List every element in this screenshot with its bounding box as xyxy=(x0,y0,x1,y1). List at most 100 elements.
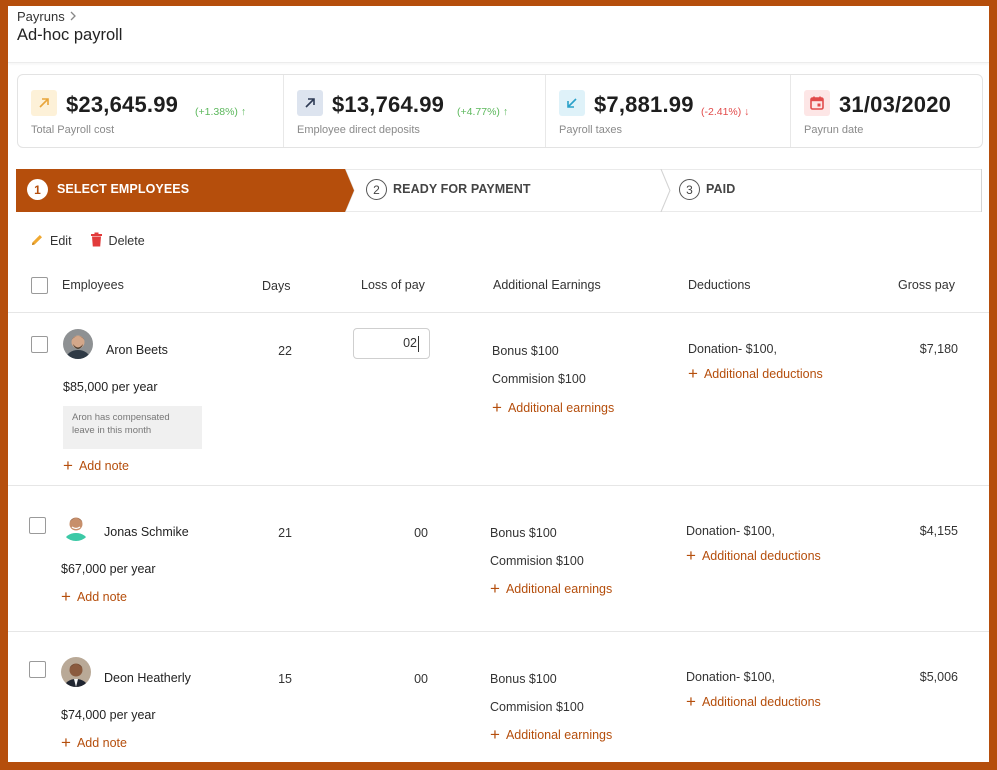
plus-icon: + xyxy=(490,725,500,744)
earning-item: Bonus $100 xyxy=(492,344,559,358)
add-note-button[interactable]: + Add note xyxy=(61,587,127,606)
employee-salary: $67,000 per year xyxy=(61,562,156,576)
earning-item: Bonus $100 xyxy=(490,526,557,540)
stat-value: $13,764.99 xyxy=(332,92,445,117)
plus-icon: + xyxy=(490,579,500,598)
additional-deductions-button[interactable]: + Additional deductions xyxy=(686,546,821,565)
arrow-down-left-icon xyxy=(559,90,585,116)
column-additional-earnings: Additional Earnings xyxy=(493,278,601,292)
additional-earnings-label: Additional earnings xyxy=(507,401,615,415)
stat-delta: (+1.38%) ↑ xyxy=(195,106,247,118)
pencil-icon xyxy=(30,233,44,250)
add-note-button[interactable]: + Add note xyxy=(63,456,129,475)
step-number: 1 xyxy=(27,179,48,200)
breadcrumb: Payruns xyxy=(17,9,77,24)
plus-icon: + xyxy=(688,364,698,383)
earning-item: Commision $100 xyxy=(492,372,586,386)
stat-payrun-date: 31/03/2020 Payrun date xyxy=(791,75,982,147)
step-label: SELECT EMPLOYEES xyxy=(57,182,190,196)
breadcrumb-payruns[interactable]: Payruns xyxy=(17,9,65,24)
additional-deductions-button[interactable]: + Additional deductions xyxy=(688,364,823,383)
column-days: Days xyxy=(262,279,291,293)
earning-item: Bonus $100 xyxy=(490,672,557,686)
edit-label: Edit xyxy=(50,234,72,248)
table-header: Employees Days Loss of pay Additional Ea… xyxy=(8,270,989,313)
employee-salary: $85,000 per year xyxy=(63,380,158,394)
page-header: Payruns Ad-hoc payroll xyxy=(8,6,989,63)
plus-icon: + xyxy=(492,398,502,417)
edit-button[interactable]: Edit xyxy=(30,232,72,250)
avatar xyxy=(61,657,91,687)
plus-icon: + xyxy=(686,692,696,711)
avatar xyxy=(61,511,91,541)
loss-of-pay-value[interactable]: 00 xyxy=(388,526,428,540)
gross-pay-value: $7,180 xyxy=(919,342,958,356)
earning-item: Commision $100 xyxy=(490,700,584,714)
summary-stats: $23,645.99 (+1.38%) ↑ Total Payroll cost… xyxy=(17,74,983,148)
stat-payroll-taxes: $7,881.99 (-2.41%) ↓ Payroll taxes xyxy=(546,75,791,147)
chevron-right-icon xyxy=(69,10,77,24)
plus-icon: + xyxy=(63,456,73,475)
plus-icon: + xyxy=(61,733,71,752)
employee-name[interactable]: Deon Heatherly xyxy=(104,671,191,685)
stat-total-payroll-cost: $23,645.99 (+1.38%) ↑ Total Payroll cost xyxy=(18,75,284,147)
avatar xyxy=(63,329,93,359)
column-employees: Employees xyxy=(62,278,124,292)
stat-label: Total Payroll cost xyxy=(31,124,115,136)
calendar-icon xyxy=(804,90,830,116)
stat-value: $7,881.99 xyxy=(594,92,694,117)
plus-icon: + xyxy=(686,546,696,565)
row-checkbox[interactable] xyxy=(29,517,46,534)
stat-delta: (+4.77%) ↑ xyxy=(457,106,509,118)
stat-delta: (-2.41%) ↓ xyxy=(701,106,750,118)
days-value: 21 xyxy=(278,526,292,540)
step-label: PAID xyxy=(706,182,736,196)
days-value: 15 xyxy=(278,672,292,686)
add-note-label: Add note xyxy=(78,459,129,473)
row-checkbox[interactable] xyxy=(31,336,48,353)
add-note-label: Add note xyxy=(76,590,127,604)
table-row: Jonas Schmike $67,000 per year + Add not… xyxy=(8,487,989,632)
delete-label: Delete xyxy=(108,234,145,248)
stat-employee-direct-deposits: $13,764.99 (+4.77%) ↑ Employee direct de… xyxy=(284,75,546,147)
plus-icon: + xyxy=(61,587,71,606)
step-label: READY FOR PAYMENT xyxy=(393,182,531,196)
stat-label: Payrun date xyxy=(804,124,864,136)
column-deductions: Deductions xyxy=(688,278,751,292)
text-caret xyxy=(418,335,419,352)
select-all-checkbox[interactable] xyxy=(31,277,48,294)
employee-name[interactable]: Jonas Schmike xyxy=(104,525,189,539)
deduction-item: Donation- $100, xyxy=(686,670,775,684)
arrow-up-right-icon xyxy=(297,90,323,116)
additional-earnings-button[interactable]: + Additional earnings xyxy=(492,398,615,417)
add-note-button[interactable]: + Add note xyxy=(61,733,127,752)
additional-deductions-button[interactable]: + Additional deductions xyxy=(686,692,821,711)
additional-deductions-label: Additional deductions xyxy=(701,549,821,563)
bulk-actions: Edit Delete xyxy=(30,232,145,250)
additional-earnings-button[interactable]: + Additional earnings xyxy=(490,725,613,744)
employee-note: Aron has compensated leave in this month xyxy=(63,406,202,449)
row-checkbox[interactable] xyxy=(29,661,46,678)
table-row: Deon Heatherly $74,000 per year + Add no… xyxy=(8,633,989,762)
delete-button[interactable]: Delete xyxy=(90,232,145,250)
stat-value: $23,645.99 xyxy=(66,92,179,117)
step-number: 3 xyxy=(679,179,700,200)
arrow-up-right-icon xyxy=(31,90,57,116)
stat-value: 31/03/2020 xyxy=(839,92,952,117)
loss-of-pay-value[interactable]: 00 xyxy=(388,672,428,686)
additional-earnings-button[interactable]: + Additional earnings xyxy=(490,579,613,598)
employee-salary: $74,000 per year xyxy=(61,708,156,722)
payrun-stepper: 1 SELECT EMPLOYEES 2 READY FOR PAYMENT 3… xyxy=(16,169,982,212)
gross-pay-value: $4,155 xyxy=(919,524,958,538)
additional-earnings-label: Additional earnings xyxy=(505,582,613,596)
trash-icon xyxy=(90,232,103,250)
page-title: Ad-hoc payroll xyxy=(17,26,123,44)
table-row: Aron Beets $85,000 per year Aron has com… xyxy=(8,314,989,486)
deduction-item: Donation- $100, xyxy=(686,524,775,538)
employee-name[interactable]: Aron Beets xyxy=(106,343,168,357)
step-number: 2 xyxy=(366,179,387,200)
earning-item: Commision $100 xyxy=(490,554,584,568)
loss-of-pay-input[interactable]: 02 xyxy=(353,328,430,359)
add-note-label: Add note xyxy=(76,736,127,750)
additional-earnings-label: Additional earnings xyxy=(505,728,613,742)
